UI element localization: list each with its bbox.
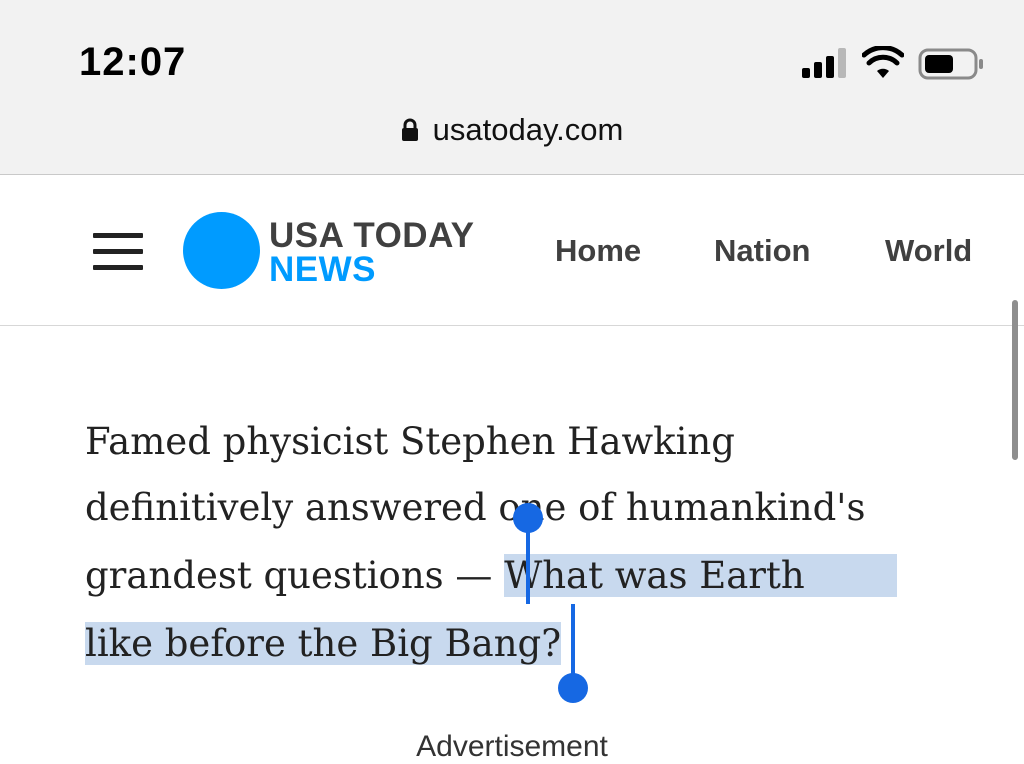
hamburger-menu-icon[interactable] <box>93 233 143 271</box>
nav-nation[interactable]: Nation <box>714 233 810 269</box>
browser-chrome: 12:07 usatoday.com <box>0 0 1024 175</box>
article-line-3-text: grandest questions — <box>85 554 505 597</box>
selection-end-handle[interactable] <box>558 673 588 703</box>
usa-today-logo[interactable]: USA TODAY NEWS <box>183 212 503 292</box>
cellular-signal-icon <box>802 48 850 78</box>
logo-text-news: NEWS <box>269 250 376 289</box>
nav-home[interactable]: Home <box>555 233 641 269</box>
lock-icon <box>401 118 418 141</box>
page-scrollbar[interactable] <box>1012 300 1018 460</box>
advertisement-label: Advertisement <box>416 730 608 763</box>
status-time: 12:07 <box>79 40 187 84</box>
selection-end-caret <box>571 604 575 676</box>
logo-circle-icon <box>183 212 260 289</box>
nav-world[interactable]: World <box>885 233 972 269</box>
article-line-2: definitively answered one of humankind's <box>85 486 866 529</box>
battery-icon <box>918 48 983 80</box>
selected-text-part-1[interactable]: What was Earth <box>504 554 897 597</box>
url-text: usatoday.com <box>432 112 624 147</box>
selected-text-part-2[interactable]: like before the Big Bang? <box>85 622 562 665</box>
article-line-4: like before the Big Bang? <box>85 610 562 678</box>
site-header: USA TODAY NEWS Home Nation World <box>0 175 1024 326</box>
article-line-3: grandest questions — What was Earth <box>85 542 897 610</box>
address-bar[interactable]: usatoday.com <box>0 108 1024 152</box>
selection-start-caret <box>526 522 530 604</box>
article-line-1: Famed physicist Stephen Hawking <box>85 420 735 463</box>
wifi-icon <box>862 46 904 78</box>
